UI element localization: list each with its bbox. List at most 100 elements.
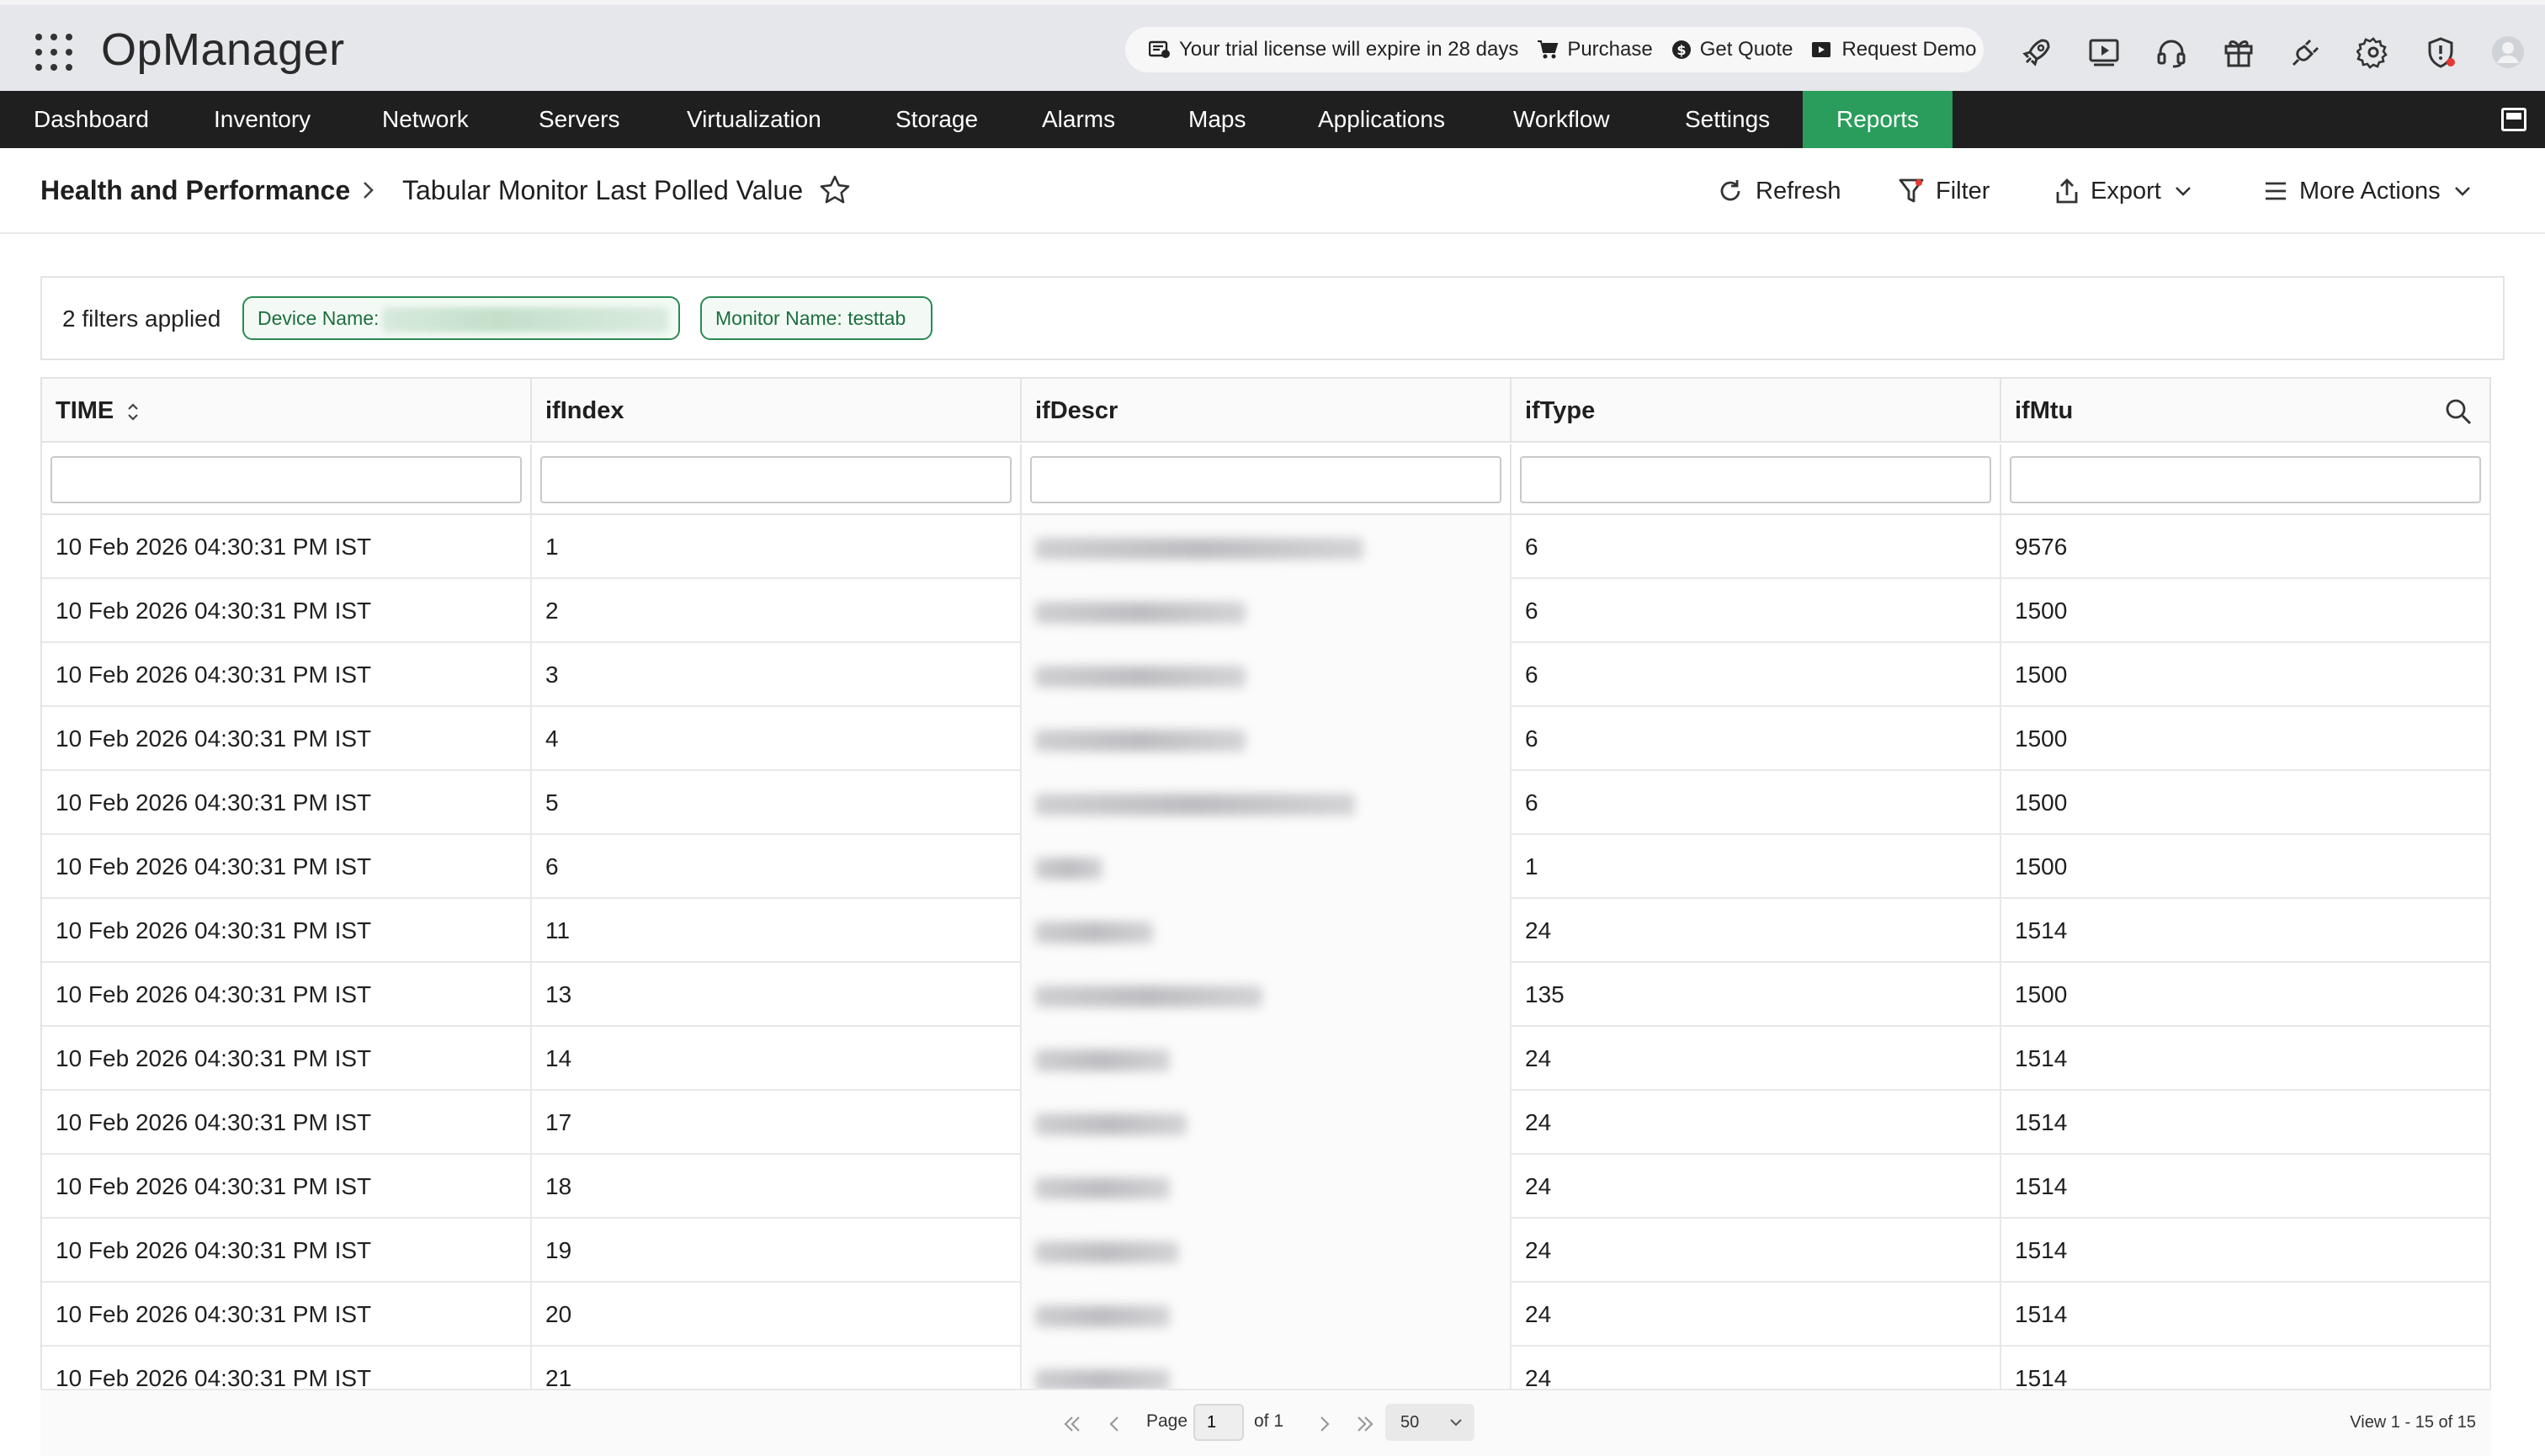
- column-header-ifmtu[interactable]: ifMtu: [2001, 379, 2489, 443]
- column-header-ifindex[interactable]: ifIndex: [532, 379, 1022, 443]
- nav-applications[interactable]: Applications: [1318, 91, 1445, 148]
- cell-ifdescr: [1022, 515, 1512, 579]
- chevron-down-icon: [2175, 187, 2191, 196]
- previous-page-icon[interactable]: [1102, 1412, 1126, 1436]
- trial-banner: Your trial license will expire in 28 day…: [1125, 27, 1984, 72]
- cell-ifmtu: 1500: [2015, 789, 2068, 816]
- purchase-link[interactable]: Purchase: [1537, 38, 1653, 61]
- cell-ifmtu: 1500: [2015, 725, 2068, 752]
- next-page-icon[interactable]: [1313, 1412, 1336, 1436]
- dollar-coin-icon: $: [1671, 40, 1691, 59]
- nav-settings[interactable]: Settings: [1685, 91, 1770, 148]
- table-row[interactable]: 10 Feb 2026 04:30:31 PM IST 14 24 1514: [42, 1027, 2489, 1091]
- collapse-nav-icon[interactable]: [2501, 108, 2526, 131]
- filter-chip-label: Monitor Name: testtab: [715, 307, 906, 329]
- table-row[interactable]: 10 Feb 2026 04:30:31 PM IST 4 6 1500: [42, 707, 2489, 771]
- cell-ifdescr: [1022, 771, 1512, 835]
- favorite-star-icon[interactable]: [818, 173, 852, 207]
- table-row[interactable]: 10 Feb 2026 04:30:31 PM IST 20 24 1514: [42, 1283, 2489, 1347]
- cell-ifdescr: [1022, 1091, 1512, 1155]
- nav-inventory[interactable]: Inventory: [214, 91, 311, 148]
- nav-virtualization[interactable]: Virtualization: [687, 91, 821, 148]
- nav-servers[interactable]: Servers: [539, 91, 619, 148]
- page-label: Page: [1146, 1411, 1188, 1431]
- support-headset-icon[interactable]: [2153, 34, 2190, 71]
- page-title: Tabular Monitor Last Polled Value: [402, 175, 804, 205]
- redacted-value: [1035, 793, 1355, 816]
- table-row[interactable]: 10 Feb 2026 04:30:31 PM IST 3 6 1500: [42, 643, 2489, 707]
- ifindex-filter-input[interactable]: [540, 456, 1012, 503]
- chevron-down-icon: [1450, 1419, 1462, 1427]
- table-row[interactable]: 10 Feb 2026 04:30:31 PM IST 19 24 1514: [42, 1219, 2489, 1283]
- cell-iftype: 135: [1512, 963, 2001, 1027]
- cell-ifindex: 19: [532, 1219, 1022, 1283]
- nav-maps[interactable]: Maps: [1188, 91, 1246, 148]
- ifdescr-filter-input[interactable]: [1030, 456, 1501, 503]
- column-filter-row: [42, 444, 2489, 515]
- filter-chip-device-name[interactable]: Device Name:: [242, 296, 680, 340]
- ifmtu-filter-input[interactable]: [2010, 456, 2481, 503]
- time-filter-input[interactable]: [50, 456, 522, 503]
- export-button[interactable]: Export: [2055, 170, 2193, 212]
- last-page-icon[interactable]: [1353, 1412, 1377, 1436]
- security-shield-alert-icon[interactable]: [2422, 34, 2459, 71]
- table-row[interactable]: 10 Feb 2026 04:30:31 PM IST 1 6 9576: [42, 515, 2489, 579]
- nav-network[interactable]: Network: [382, 91, 469, 148]
- table-row[interactable]: 10 Feb 2026 04:30:31 PM IST 17 24 1514: [42, 1091, 2489, 1155]
- nav-storage[interactable]: Storage: [895, 91, 978, 148]
- filter-button[interactable]: Filter: [1899, 170, 1990, 212]
- nav-alarms[interactable]: Alarms: [1042, 91, 1115, 148]
- settings-gear-icon[interactable]: [2355, 34, 2392, 71]
- redacted-value: [1035, 921, 1153, 943]
- redacted-value: [1035, 857, 1102, 879]
- cell-time: 10 Feb 2026 04:30:31 PM IST: [42, 1027, 532, 1091]
- cell-time: 10 Feb 2026 04:30:31 PM IST: [42, 963, 532, 1027]
- first-page-icon[interactable]: [1060, 1412, 1084, 1436]
- column-header-time[interactable]: TIME: [42, 379, 532, 443]
- cell-iftype: 24: [1512, 1219, 2001, 1283]
- table-row[interactable]: 10 Feb 2026 04:30:31 PM IST 6 1 1500: [42, 835, 2489, 899]
- table-row[interactable]: 10 Feb 2026 04:30:31 PM IST 18 24 1514: [42, 1155, 2489, 1219]
- plug-icon[interactable]: [2287, 34, 2325, 71]
- nav-dashboard[interactable]: Dashboard: [34, 91, 149, 148]
- trial-notice[interactable]: Your trial license will expire in 28 day…: [1149, 38, 1518, 61]
- cell-ifindex: 1: [532, 515, 1022, 579]
- table-row[interactable]: 10 Feb 2026 04:30:31 PM IST 11 24 1514: [42, 899, 2489, 963]
- table-row[interactable]: 10 Feb 2026 04:30:31 PM IST 13 135 1500: [42, 963, 2489, 1027]
- get-quote-link[interactable]: $ Get Quote: [1671, 38, 1793, 61]
- more-actions-button[interactable]: More Actions: [2264, 170, 2473, 212]
- request-demo-link[interactable]: Request Demo: [1811, 38, 1977, 61]
- cell-iftype: 24: [1512, 899, 2001, 963]
- page-number-input[interactable]: [1193, 1404, 1244, 1441]
- search-icon[interactable]: [2444, 397, 2473, 426]
- table-row[interactable]: 10 Feb 2026 04:30:31 PM IST 2 6 1500: [42, 579, 2489, 643]
- column-header-iftype[interactable]: ifType: [1512, 379, 2001, 443]
- gift-icon[interactable]: [2220, 34, 2257, 71]
- user-avatar-icon[interactable]: [2489, 34, 2526, 71]
- refresh-button[interactable]: Refresh: [1717, 170, 1841, 212]
- sort-icon[interactable]: [125, 401, 141, 422]
- redacted-value: [1035, 1241, 1178, 1263]
- column-header-ifdescr[interactable]: ifDescr: [1022, 379, 1512, 443]
- table-header: TIME ifIndex ifDescr ifType ifMtu: [42, 379, 2489, 443]
- rocket-icon[interactable]: [2018, 34, 2055, 71]
- breadcrumb-root[interactable]: Health and Performance: [40, 175, 350, 206]
- cell-ifindex: 4: [532, 707, 1022, 771]
- license-icon: [1149, 40, 1170, 58]
- redacted-value: [1035, 1113, 1187, 1135]
- filter-cell: [1512, 444, 2001, 515]
- redacted-value: [1035, 985, 1262, 1007]
- column-title: TIME: [56, 397, 114, 424]
- nav-workflow[interactable]: Workflow: [1513, 91, 1610, 148]
- iftype-filter-input[interactable]: [1520, 456, 1991, 503]
- page-size-select[interactable]: 50: [1385, 1404, 1474, 1441]
- nav-reports[interactable]: Reports: [1803, 91, 1953, 148]
- product-logo[interactable]: OpManager: [101, 24, 345, 76]
- filter-chip-monitor-name[interactable]: Monitor Name: testtab: [700, 296, 932, 340]
- applied-filters-bar: 2 filters applied Device Name: Monitor N…: [40, 276, 2505, 360]
- filter-chip-label: Device Name:: [258, 307, 380, 329]
- table-row[interactable]: 10 Feb 2026 04:30:31 PM IST 5 6 1500: [42, 771, 2489, 835]
- video-tutorial-icon[interactable]: [2085, 34, 2123, 71]
- cell-ifmtu: 1514: [2015, 1109, 2068, 1135]
- app-grid-icon[interactable]: [35, 34, 72, 71]
